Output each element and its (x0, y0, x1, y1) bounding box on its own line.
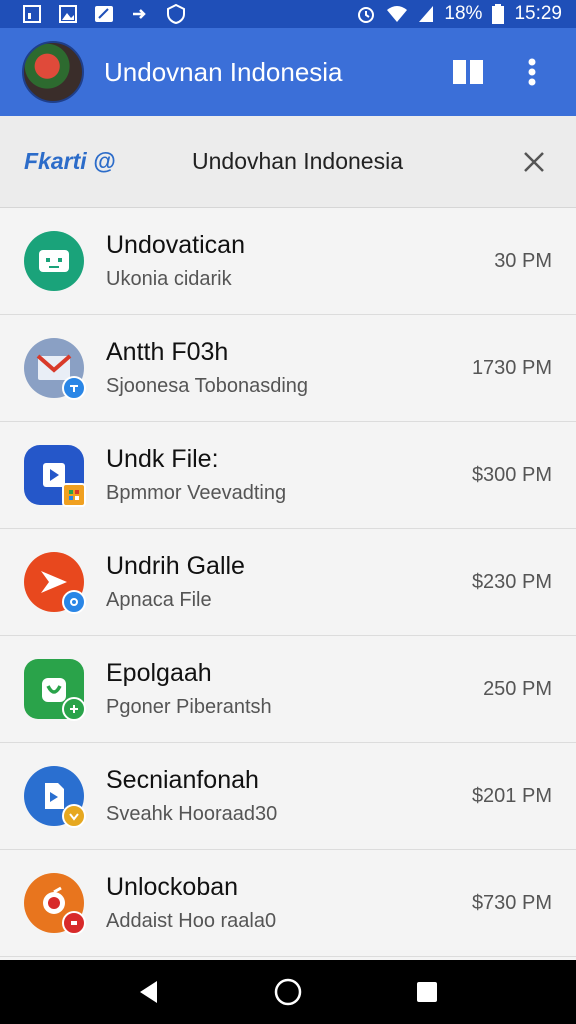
list-item[interactable]: Epolgaah Pgoner Piberantsh 250 PM (0, 636, 576, 743)
more-vert-icon (528, 58, 536, 86)
app-icon (24, 873, 86, 935)
item-time: $300 PM (471, 463, 552, 486)
chat-bot-icon (39, 250, 69, 272)
item-title: Epolgaah (106, 659, 212, 687)
item-time: 1730 PM (471, 356, 552, 379)
badge-icon (62, 590, 86, 614)
sync-notification-icon (130, 5, 150, 23)
image-notification-icon (58, 5, 78, 23)
back-triangle-icon (140, 981, 158, 1003)
battery-percent: 18% (444, 3, 483, 24)
item-subtitle: Sveahk Hooraad30 (106, 803, 278, 825)
badge-icon (62, 697, 86, 721)
list-item[interactable]: Secnianfonah Sveahk Hooraad30 $201 PM (0, 743, 576, 850)
item-title: Unlockoban (106, 873, 239, 901)
battery-icon (492, 4, 505, 24)
item-subtitle: Sjoonesa Tobonasding (106, 375, 309, 397)
gallery-notification-icon (22, 5, 42, 23)
item-subtitle: Addaist Hoo raala0 (106, 910, 277, 932)
results-list: Undovatican Ukonia cidarik 30 PM Antth F… (0, 208, 576, 957)
clock-time: 15:29 (514, 3, 562, 24)
list-item[interactable]: Undrih Galle Apnaca File $230 PM (0, 529, 576, 636)
app-icon (24, 338, 86, 400)
home-circle-icon (274, 978, 302, 1006)
edit-notification-icon (94, 5, 114, 23)
item-title: Undrih Galle (106, 552, 245, 580)
home-button[interactable] (264, 968, 312, 1016)
split-view-icon (453, 60, 483, 84)
list-item[interactable]: Undk File: Bpmmor Veevadting $300 PM (0, 422, 576, 529)
alarm-icon (356, 4, 376, 24)
search-brand-label[interactable]: Fkarti @ (24, 148, 192, 175)
list-item[interactable]: Undovatican Ukonia cidarik 30 PM (0, 208, 576, 315)
list-item[interactable]: Antth F03h Sjoonesa Tobonasding 1730 PM (0, 315, 576, 422)
search-input[interactable]: Undovhan Indonesia (192, 148, 516, 175)
back-button[interactable] (125, 968, 173, 1016)
wifi-icon (386, 5, 408, 23)
split-view-button[interactable] (446, 50, 490, 94)
badge-icon (62, 376, 86, 400)
item-time: 30 PM (494, 249, 552, 272)
item-time: 250 PM (483, 677, 552, 700)
signal-icon (418, 5, 434, 23)
recents-button[interactable] (403, 968, 451, 1016)
item-title: Undovatican (106, 231, 245, 259)
status-left-icons (22, 4, 186, 24)
close-icon (524, 151, 544, 172)
item-subtitle: Apnaca File (106, 589, 212, 611)
list-item[interactable]: Unlockoban Addaist Hoo raala0 $730 PM (0, 850, 576, 957)
recents-square-icon (416, 982, 437, 1002)
more-options-button[interactable] (510, 50, 554, 94)
app-title: Undovnan Indonesia (104, 56, 343, 87)
shield-notification-icon (166, 4, 186, 24)
item-time: $230 PM (471, 570, 552, 593)
status-bar: 18% 15:29 (0, 0, 576, 28)
app-icon (24, 231, 84, 291)
item-title: Antth F03h (106, 338, 229, 366)
item-title: Undk File: (106, 445, 219, 473)
app-icon (24, 445, 86, 507)
item-subtitle: Pgoner Piberantsh (106, 696, 272, 718)
app-icon (24, 552, 86, 614)
app-icon (24, 659, 86, 721)
avatar[interactable] (22, 41, 84, 103)
badge-icon (62, 804, 86, 828)
item-subtitle: Bpmmor Veevadting (106, 482, 287, 504)
app-icon (24, 766, 86, 828)
item-subtitle: Ukonia cidarik (106, 268, 232, 290)
navigation-bar (0, 960, 576, 1024)
badge-icon (62, 483, 86, 507)
item-title: Secnianfonah (106, 766, 259, 794)
item-time: $201 PM (471, 784, 552, 807)
badge-icon (62, 911, 86, 935)
status-right: 18% 15:29 (356, 3, 562, 25)
app-bar: Undovnan Indonesia (0, 28, 576, 116)
item-time: $730 PM (471, 891, 552, 914)
search-bar: Fkarti @ Undovhan Indonesia (0, 116, 576, 208)
close-search-button[interactable] (516, 144, 552, 180)
